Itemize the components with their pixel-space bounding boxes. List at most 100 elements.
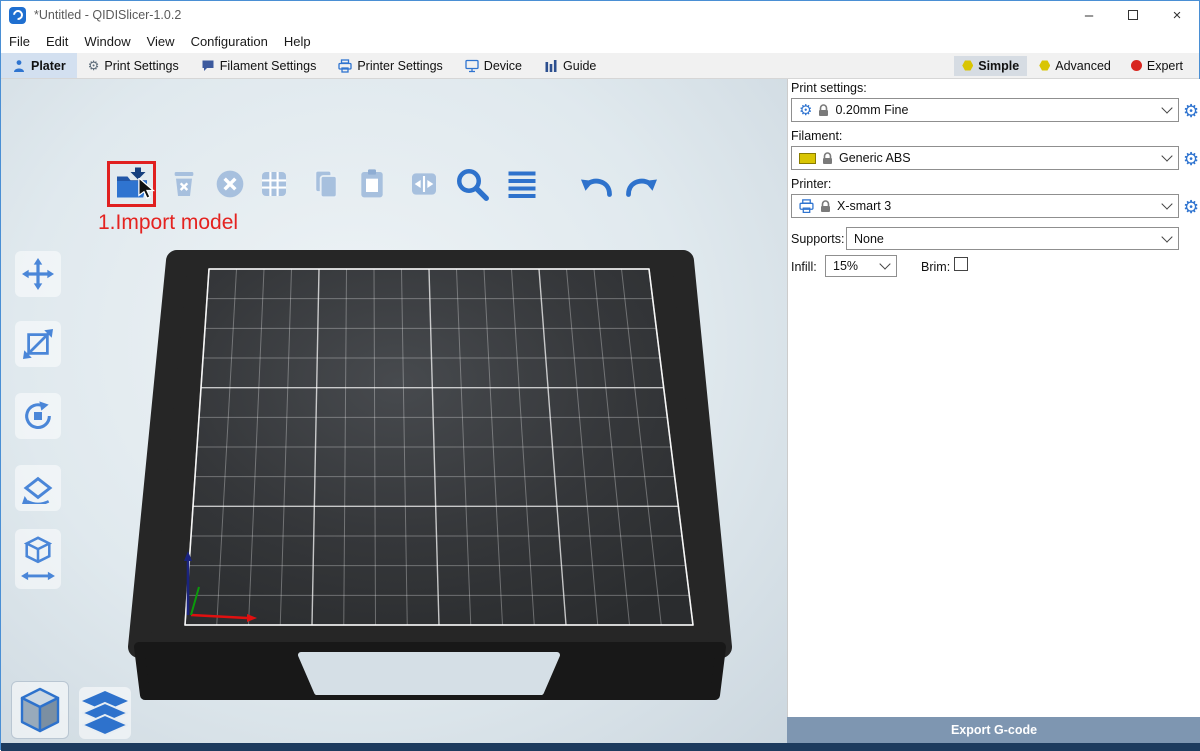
tab-filament-settings-label: Filament Settings	[220, 59, 317, 73]
minimize-icon: –	[1085, 7, 1093, 24]
delete-all-button[interactable]	[211, 165, 249, 203]
mode-advanced[interactable]: Advanced	[1031, 56, 1119, 76]
menu-help[interactable]: Help	[284, 34, 311, 49]
delete-all-icon	[214, 168, 246, 200]
mode-expert[interactable]: Expert	[1123, 56, 1191, 76]
filament-dropdown[interactable]: Generic ABS	[791, 146, 1179, 170]
title-bar: *Untitled - QIDISlicer-1.0.2 – ×	[1, 1, 1199, 29]
preset-gear-icon: ⚙	[799, 103, 812, 118]
tab-printer-settings-label: Printer Settings	[357, 59, 442, 73]
printer-settings-tab-icon	[338, 59, 352, 73]
printer-dropdown[interactable]: X-smart 3	[791, 194, 1179, 218]
delete-button[interactable]	[165, 165, 203, 203]
tab-device[interactable]: Device	[454, 53, 533, 78]
undo-icon	[577, 166, 615, 202]
variable-layer-height-button[interactable]	[503, 165, 541, 203]
measure-tool-button[interactable]	[15, 529, 61, 589]
mode-simple[interactable]: Simple	[954, 56, 1027, 76]
paste-icon	[356, 168, 388, 200]
printer-value: X-smart 3	[837, 199, 891, 213]
scale-tool-button[interactable]	[15, 321, 61, 367]
printer-label: Printer:	[791, 177, 831, 191]
menu-window[interactable]: Window	[84, 34, 130, 49]
view-3d-button[interactable]	[11, 681, 69, 739]
menu-configuration[interactable]: Configuration	[191, 34, 268, 49]
redo-icon	[623, 166, 661, 202]
layers-stack-icon	[82, 691, 128, 735]
split-icon	[408, 168, 440, 200]
menu-view[interactable]: View	[147, 34, 175, 49]
tab-printer-settings[interactable]: Printer Settings	[327, 53, 453, 78]
paste-button[interactable]	[353, 165, 391, 203]
export-gcode-button[interactable]: Export G-code	[787, 717, 1200, 743]
tab-guide[interactable]: Guide	[533, 53, 607, 78]
move-icon	[22, 258, 54, 290]
plater-icon	[12, 59, 26, 73]
mode-expert-label: Expert	[1147, 59, 1183, 73]
copy-icon	[310, 168, 342, 200]
maximize-icon	[1128, 10, 1138, 20]
lock-icon	[818, 104, 829, 117]
chevron-down-icon	[1161, 231, 1172, 242]
menu-file[interactable]: File	[9, 34, 30, 49]
tab-guide-label: Guide	[563, 59, 596, 73]
filament-settings-tab-icon	[201, 59, 215, 73]
filament-label: Filament:	[791, 129, 842, 143]
filament-color-swatch	[799, 153, 816, 164]
infill-dropdown[interactable]: 15%	[825, 255, 897, 277]
chevron-down-icon	[1161, 102, 1172, 113]
print-settings-gear-button[interactable]: ⚙	[1183, 102, 1199, 120]
scale-icon	[23, 329, 53, 359]
printer-icon	[799, 199, 814, 213]
brim-checkbox[interactable]	[954, 257, 968, 271]
device-tab-icon	[465, 59, 479, 73]
redo-button[interactable]	[623, 165, 661, 203]
place-on-face-tool-button[interactable]	[15, 465, 61, 511]
chevron-down-icon	[1161, 198, 1172, 209]
supports-value: None	[854, 232, 884, 246]
expert-mode-icon	[1131, 60, 1142, 71]
search-icon	[454, 166, 490, 202]
brim-label: Brim:	[921, 260, 950, 274]
tab-filament-settings[interactable]: Filament Settings	[190, 53, 328, 78]
annotation-import-model: 1.Import model	[98, 211, 238, 235]
supports-dropdown[interactable]: None	[846, 227, 1179, 250]
lock-icon	[820, 200, 831, 213]
chevron-down-icon	[1161, 150, 1172, 161]
view-layers-button[interactable]	[79, 687, 131, 739]
tab-print-settings[interactable]: ⚙ Print Settings	[77, 53, 190, 78]
minimize-button[interactable]: –	[1067, 1, 1111, 29]
mode-simple-label: Simple	[978, 59, 1019, 73]
rotate-tool-button[interactable]	[15, 393, 61, 439]
filament-gear-button[interactable]: ⚙	[1183, 150, 1199, 168]
close-icon: ×	[1173, 7, 1182, 24]
maximize-button[interactable]	[1111, 1, 1155, 29]
chevron-down-icon	[879, 258, 890, 269]
mode-advanced-label: Advanced	[1055, 59, 1111, 73]
arrange-button[interactable]	[255, 165, 293, 203]
copy-button[interactable]	[307, 165, 345, 203]
viewport-3d[interactable]: 1.Import model	[1, 79, 787, 743]
window-title: *Untitled - QIDISlicer-1.0.2	[34, 8, 181, 22]
split-button[interactable]	[405, 165, 443, 203]
print-settings-label: Print settings:	[791, 81, 867, 95]
undo-button[interactable]	[577, 165, 615, 203]
move-tool-button[interactable]	[15, 251, 61, 297]
print-settings-dropdown[interactable]: ⚙ 0.20mm Fine	[791, 98, 1179, 122]
place-on-face-icon	[22, 472, 54, 504]
infill-value: 15%	[833, 259, 858, 273]
plate-handle-cutout	[301, 655, 557, 692]
print-settings-value: 0.20mm Fine	[835, 103, 908, 117]
app-logo-icon	[9, 7, 26, 24]
printer-gear-button[interactable]: ⚙	[1183, 198, 1199, 216]
menu-edit[interactable]: Edit	[46, 34, 68, 49]
delete-icon	[168, 168, 200, 200]
tab-print-settings-label: Print Settings	[104, 59, 178, 73]
tab-plater-label: Plater	[31, 59, 66, 73]
close-button[interactable]: ×	[1155, 1, 1199, 29]
guide-tab-icon	[544, 59, 558, 73]
tab-bar: Plater ⚙ Print Settings Filament Setting…	[1, 53, 1199, 79]
tab-plater[interactable]: Plater	[1, 53, 77, 78]
rotate-icon	[22, 400, 54, 432]
search-button[interactable]	[453, 165, 491, 203]
